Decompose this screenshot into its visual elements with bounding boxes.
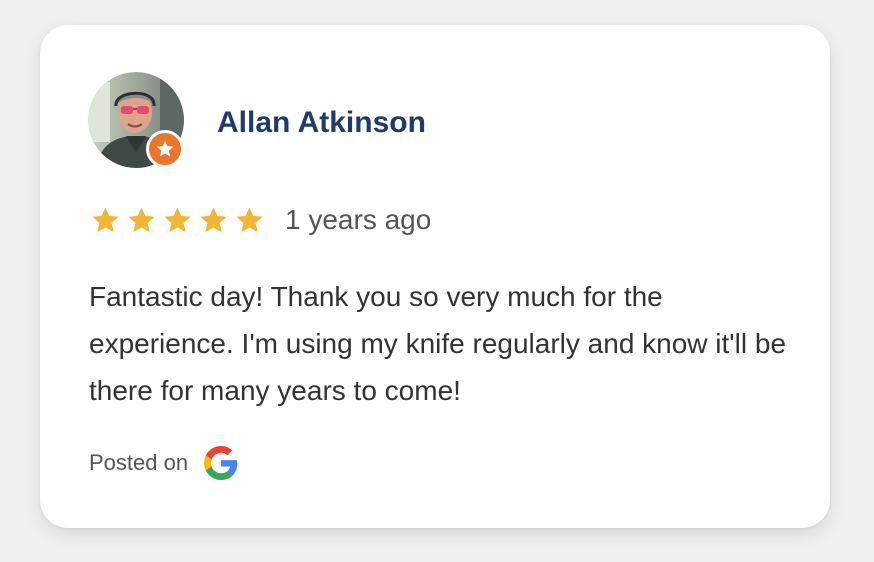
reviewer-name[interactable]: Allan Atkinson: [217, 105, 426, 141]
star-icon: [164, 206, 191, 232]
star-rating: [90, 205, 270, 236]
review-text: Fantastic day! Thank you so very much fo…: [89, 281, 787, 406]
star-icon: [156, 140, 174, 157]
star-icon: [200, 206, 227, 232]
star-icon: [236, 206, 263, 232]
posted-on: Posted on: [89, 445, 238, 481]
review-time: 1 years ago: [285, 204, 432, 235]
rating-row: 1 years ago: [90, 202, 431, 238]
review-card: Allan Atkinson 1 years ago Fantastic day…: [40, 25, 830, 528]
local-guide-badge: [146, 130, 184, 168]
reviewer-avatar[interactable]: [88, 72, 184, 168]
posted-on-label: Posted on: [89, 450, 189, 475]
star-icon: [128, 206, 155, 232]
star-icon: [92, 206, 119, 232]
google-icon[interactable]: [204, 446, 238, 480]
